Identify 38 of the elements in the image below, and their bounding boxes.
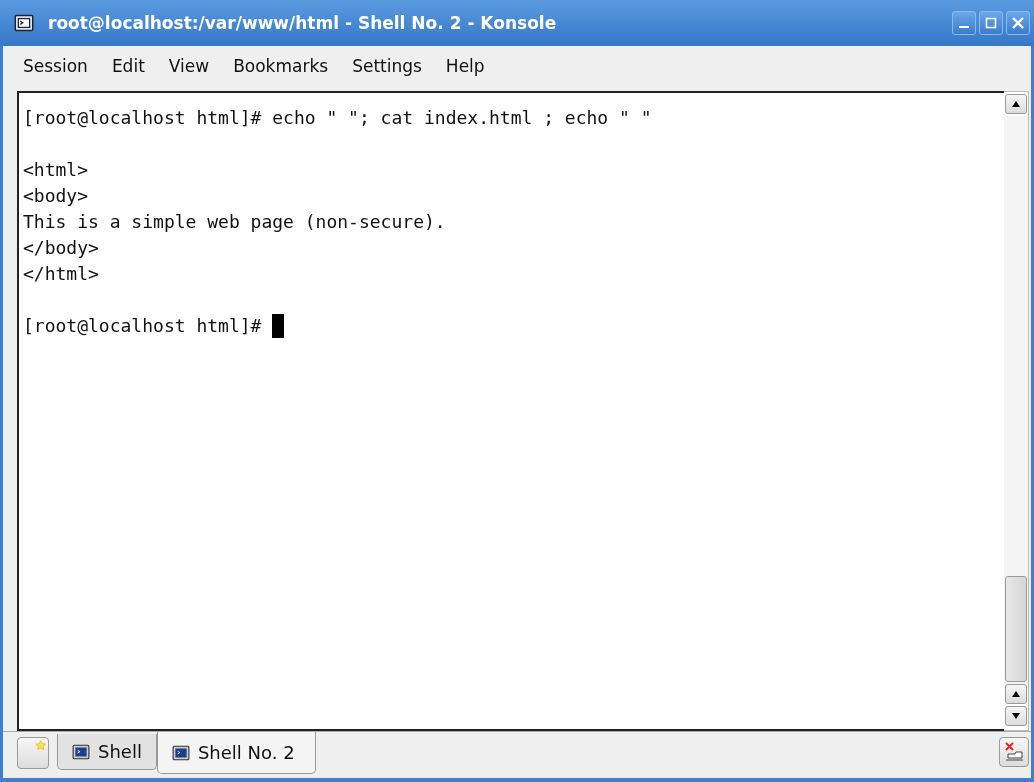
star-icon <box>35 740 46 750</box>
maximize-button[interactable] <box>979 11 1003 35</box>
maximize-icon <box>984 16 998 30</box>
terminal-line: <html> <box>23 158 89 182</box>
terminal-line: This is a simple web page (non-secure). <box>23 210 446 234</box>
terminal-icon <box>171 743 190 762</box>
terminal-line: [root@localhost html]# <box>23 314 263 338</box>
close-tab-button[interactable] <box>999 737 1029 767</box>
terminal-line: </html> <box>23 262 99 286</box>
up-arrow-icon <box>1011 690 1021 698</box>
menu-item[interactable]: Session <box>11 56 100 76</box>
scroll-up-button[interactable] <box>1005 684 1027 704</box>
terminal-icon <box>14 13 34 33</box>
menu-item[interactable]: Bookmarks <box>221 56 341 76</box>
menu-item[interactable]: View <box>156 56 222 76</box>
menu-item[interactable]: Settings <box>340 56 434 76</box>
window-title: root@localhost:/var/www/html - Shell No. 2 - Konsole <box>48 13 557 33</box>
scroll-thumb[interactable] <box>1005 576 1027 682</box>
minimize-button[interactable] <box>952 11 976 35</box>
close-icon <box>1011 16 1025 30</box>
close-button[interactable] <box>1006 11 1030 35</box>
terminal-line: </body> <box>23 236 99 260</box>
scrollbar[interactable] <box>1004 91 1029 731</box>
scroll-down-button[interactable] <box>1005 706 1027 726</box>
terminal-line: <body> <box>23 184 89 208</box>
minimize-icon <box>959 26 969 28</box>
scroll-up-button[interactable] <box>1005 94 1027 114</box>
tab[interactable]: Shell <box>57 734 157 770</box>
terminal-area[interactable]: [root@localhost html]# echo " "; cat index.html ; echo " " <html> <body> This is a simple web page (non-secure). </body> </html> [root@localhost html]# <box>17 91 1004 731</box>
new-tab-button[interactable] <box>17 737 49 769</box>
up-arrow-icon <box>1011 100 1021 108</box>
menu-item[interactable]: Edit <box>99 56 157 76</box>
terminal-icon <box>72 742 90 761</box>
tab[interactable]: Shell No. 2 <box>156 732 316 774</box>
menu-item[interactable]: Help <box>433 56 497 76</box>
close-tab-icon <box>1003 741 1025 763</box>
down-arrow-icon <box>1011 712 1021 720</box>
terminal-line: [root@localhost html]# echo " "; cat index.html ; echo " " <box>23 106 652 130</box>
